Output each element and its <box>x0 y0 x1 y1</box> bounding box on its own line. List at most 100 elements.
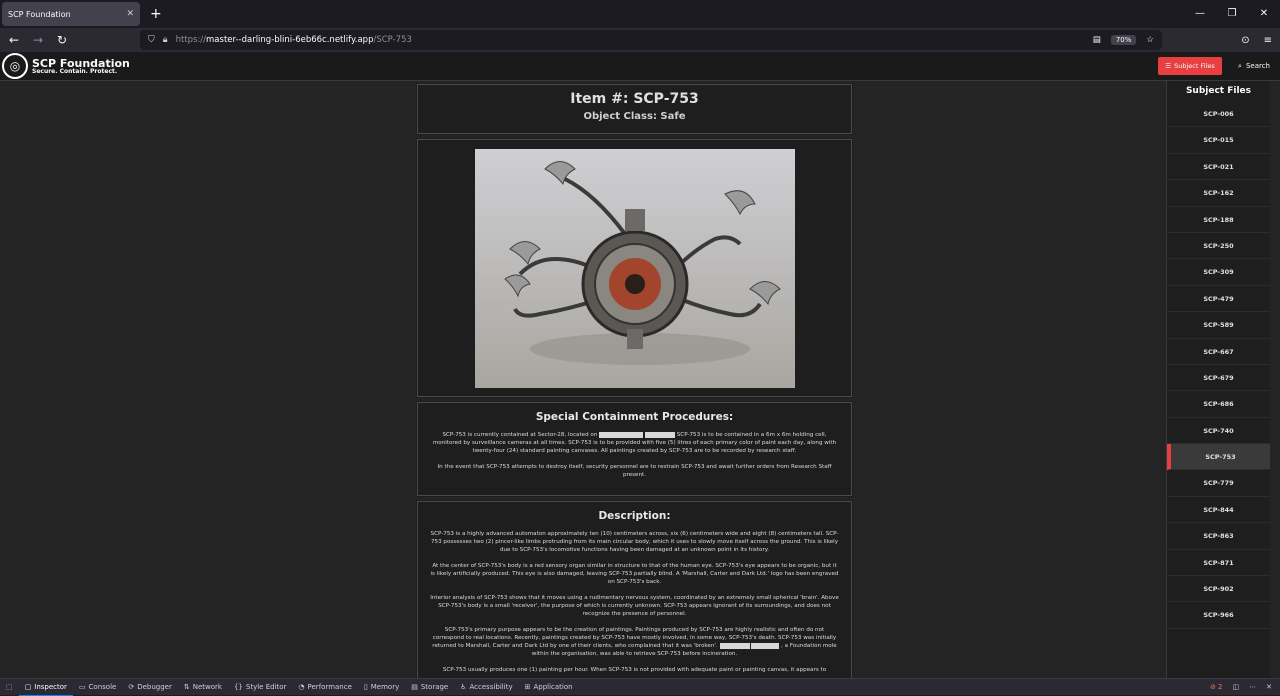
brand-name: SCP Foundation <box>32 56 130 70</box>
devtools-tab-network[interactable]: ⇅ Network <box>178 679 228 696</box>
devtools-tab-label: Storage <box>420 683 449 691</box>
restore-icon[interactable]: ❐ <box>1216 0 1248 28</box>
sidebar-item-scp-871[interactable]: SCP-871 <box>1167 550 1270 577</box>
devtools-tab-label: Accessibility <box>469 683 513 691</box>
devtools-tab-performance[interactable]: ◔ Performance <box>292 679 357 696</box>
search-button[interactable]: ⌕ Search <box>1238 57 1270 75</box>
sidebar-heading: Subject Files <box>1185 86 1252 96</box>
devtools-tab-icon: ◔ <box>298 683 305 691</box>
sidebar-item-scp-006[interactable]: SCP-006 <box>1167 101 1270 128</box>
sidebar-item-scp-250[interactable]: SCP-250 <box>1167 233 1270 260</box>
subject-files-label: Subject Files <box>1174 62 1215 70</box>
description-paragraph: At the center of SCP-753's body is a red… <box>430 563 839 585</box>
search-icon: ⌕ <box>1238 61 1242 70</box>
tab-close-icon[interactable]: ✕ <box>126 9 134 19</box>
tab-title: SCP Foundation <box>8 9 71 19</box>
subject-files-button[interactable]: ☰ Subject Files <box>1158 57 1222 75</box>
browser-tab[interactable]: SCP Foundation ✕ <box>2 2 140 26</box>
main-content: Item #: SCP-753 Object Class: Safe Speci… <box>416 83 853 678</box>
object-class: Object Class: Safe <box>583 111 686 122</box>
devtools-tab-inspector[interactable]: ▢ Inspector <box>18 679 73 696</box>
sidebar-item-scp-966[interactable]: SCP-966 <box>1167 602 1270 629</box>
devtools-tab-storage[interactable]: ▤ Storage <box>405 679 454 696</box>
devtools-tab-style-editor[interactable]: {} Style Editor <box>228 679 292 696</box>
item-title: Item #: SCP-753 <box>570 91 699 107</box>
pocket-icon[interactable]: ⊙ <box>1241 35 1249 46</box>
devtools-tab-accessibility[interactable]: ♿ Accessibility <box>454 679 518 696</box>
url-prefix: https:// <box>175 35 207 45</box>
redacted-block <box>599 431 644 438</box>
devtools-tab-icon: ▯ <box>363 683 368 691</box>
devtools-tab-memory[interactable]: ▯ Memory <box>358 679 405 696</box>
page-scrollbar[interactable] <box>1271 81 1280 678</box>
menu-icon[interactable]: ≡ <box>1264 35 1272 46</box>
devtools-tab-icon: ♿ <box>460 683 467 691</box>
devtools-tab-label: Network <box>192 683 222 691</box>
sidebar-item-scp-188[interactable]: SCP-188 <box>1167 207 1270 233</box>
sidebar-item-scp-902[interactable]: SCP-902 <box>1167 576 1270 603</box>
scp-logo-icon[interactable]: ◎ <box>2 53 28 79</box>
error-count[interactable]: ⊘ 2 <box>1210 683 1223 691</box>
sidebar-item-scp-162[interactable]: SCP-162 <box>1167 180 1270 207</box>
containment-text-a: SCP-753 is currently contained at Sector… <box>442 432 598 438</box>
pick-element-icon[interactable]: ⬚ <box>0 679 19 696</box>
redacted-block <box>751 642 780 649</box>
sidebar-item-scp-589[interactable]: SCP-589 <box>1167 312 1270 339</box>
devtools-toolbar: ⬚ ▢ Inspector ▭ Console ⟳ Debugger ⇅ Network{} S… <box>0 678 1280 696</box>
sidebar-item-scp-479[interactable]: SCP-479 <box>1167 286 1270 313</box>
devtools-tab-console[interactable]: ▭ Console <box>73 679 122 696</box>
zoom-level[interactable]: 70% <box>1110 35 1137 45</box>
reader-view-icon[interactable]: ▤ <box>1093 35 1101 45</box>
brand-tagline: Secure. Contain. Protect. <box>32 67 118 75</box>
containment-paragraph: In the event that SCP-753 attempts to de… <box>437 464 832 478</box>
brand[interactable]: SCP Foundation Secure. Contain. Protect. <box>32 58 130 75</box>
back-arrow-icon[interactable]: ← <box>2 33 26 47</box>
sidebar-item-scp-309[interactable]: SCP-309 <box>1167 259 1270 286</box>
sidebar-item-scp-863[interactable]: SCP-863 <box>1167 523 1270 550</box>
containment-heading: Special Containment Procedures: <box>535 411 734 423</box>
bookmark-star-icon[interactable]: ☆ <box>1146 35 1154 45</box>
sidebar-item-scp-686[interactable]: SCP-686 <box>1167 391 1270 418</box>
search-label: Search <box>1245 62 1270 70</box>
sidebar-item-scp-679[interactable]: SCP-679 <box>1167 365 1270 392</box>
sidebar-item-scp-015[interactable]: SCP-015 <box>1167 127 1270 154</box>
url-host: master--darling-blini-6eb66c.netlify.app <box>206 35 374 45</box>
devtools-tab-icon: {} <box>233 683 243 691</box>
close-devtools-icon[interactable]: ✕ <box>1266 683 1272 691</box>
containment-paragraph: SCP-753 is currently contained at Sector… <box>430 431 839 455</box>
shield-icon[interactable]: ⛉ <box>148 35 155 45</box>
redacted-block <box>644 431 675 438</box>
description-heading: Description: <box>598 510 671 522</box>
devtools-tab-label: Application <box>533 683 573 691</box>
description-paragraph: Interior analysis of SCP-753 shows that … <box>430 595 839 617</box>
dock-icon[interactable]: ◫ <box>1233 683 1240 691</box>
sidebar-item-scp-740[interactable]: SCP-740 <box>1167 418 1270 445</box>
devtools-tab-icon: ⊞ <box>524 683 531 691</box>
sidebar-item-scp-021[interactable]: SCP-021 <box>1167 154 1270 181</box>
sidebar-item-scp-779[interactable]: SCP-779 <box>1167 470 1270 497</box>
forward-arrow-icon[interactable]: → <box>26 33 50 47</box>
redacted-block <box>719 642 750 649</box>
description-paragraph: SCP-753's primary purpose appears to be … <box>430 626 839 658</box>
new-tab-button[interactable]: + <box>150 6 162 22</box>
subject-files-sidebar: Subject Files SCP-006 SCP-015 SCP-021 SCP-1… <box>1166 81 1270 678</box>
minimize-icon[interactable]: — <box>1184 0 1216 28</box>
devtools-tab-label: Console <box>88 683 117 691</box>
description-section: Description: SCP-753 is a highly advance… <box>416 500 853 678</box>
sidebar-item-scp-667[interactable]: SCP-667 <box>1167 339 1270 365</box>
url-bar[interactable]: ⛉ 🔒︎ https:// master--darling-blini-6eb6… <box>140 30 1162 50</box>
more-icon[interactable]: ⋯ <box>1249 683 1256 691</box>
devtools-tab-label: Memory <box>370 683 400 691</box>
sidebar-list: SCP-006 SCP-015 SCP-021 SCP-162 SCP-188 SCP-2… <box>1167 101 1270 629</box>
nav-bar: ← → ↻ ⛉ 🔒︎ https:// master--darling-blin… <box>0 28 1280 52</box>
sidebar-item-scp-844[interactable]: SCP-844 <box>1167 497 1270 524</box>
devtools-tab-icon: ▤ <box>411 683 418 691</box>
devtools-tab-debugger[interactable]: ⟳ Debugger <box>122 679 178 696</box>
close-window-icon[interactable]: ✕ <box>1248 0 1280 28</box>
url-path: /SCP-753 <box>373 35 412 45</box>
sidebar-item-scp-753[interactable]: SCP-753 <box>1167 444 1270 471</box>
devtools-tab-application[interactable]: ⊞ Application <box>519 679 579 696</box>
window-controls: — ❐ ✕ <box>1184 0 1280 28</box>
lock-icon[interactable]: 🔒︎ <box>163 35 168 45</box>
reload-icon[interactable]: ↻ <box>50 33 74 47</box>
